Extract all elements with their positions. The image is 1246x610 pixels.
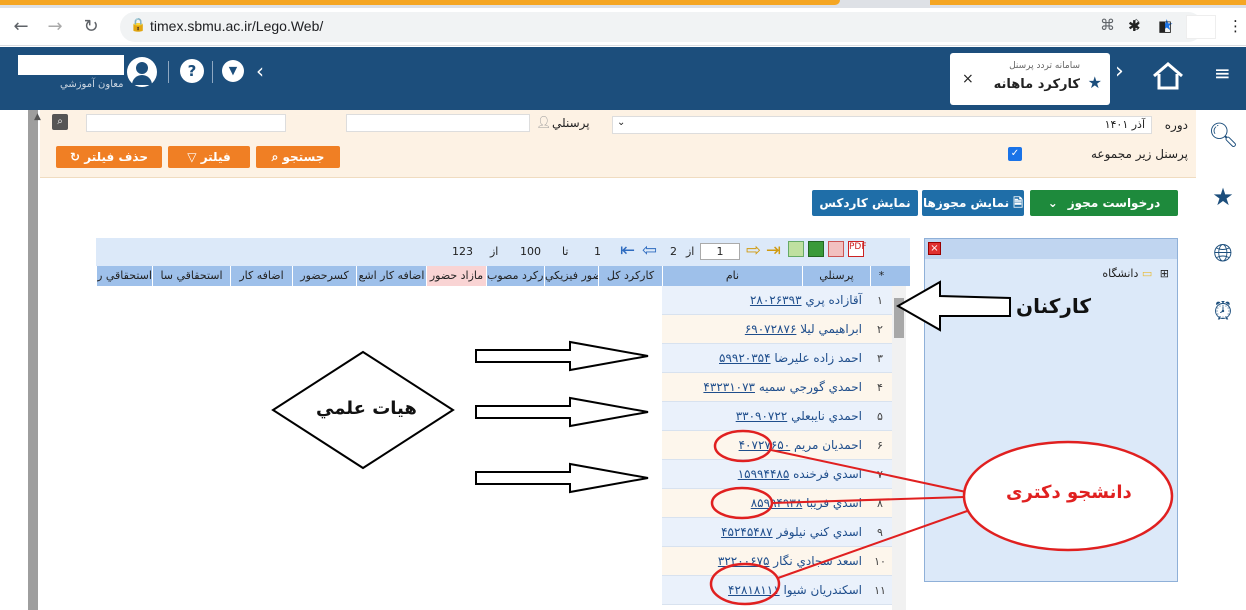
faculty-annotation: هيات علمي (316, 398, 417, 419)
staff-arrow (895, 280, 1011, 332)
faculty-arrow-3 (475, 462, 649, 494)
phd-annotation: دانشجو دکتری (1006, 482, 1132, 503)
faculty-arrow-1 (475, 340, 649, 372)
highlight-ellipse-2 (710, 486, 774, 520)
link-line-1 (770, 449, 967, 493)
highlight-ellipse-1 (713, 429, 773, 463)
staff-annotation: کارکنان (1016, 294, 1092, 318)
faculty-arrow-2 (475, 396, 649, 428)
highlight-ellipse-3 (709, 562, 781, 606)
link-line-3 (777, 509, 971, 579)
link-line-2 (771, 496, 965, 504)
